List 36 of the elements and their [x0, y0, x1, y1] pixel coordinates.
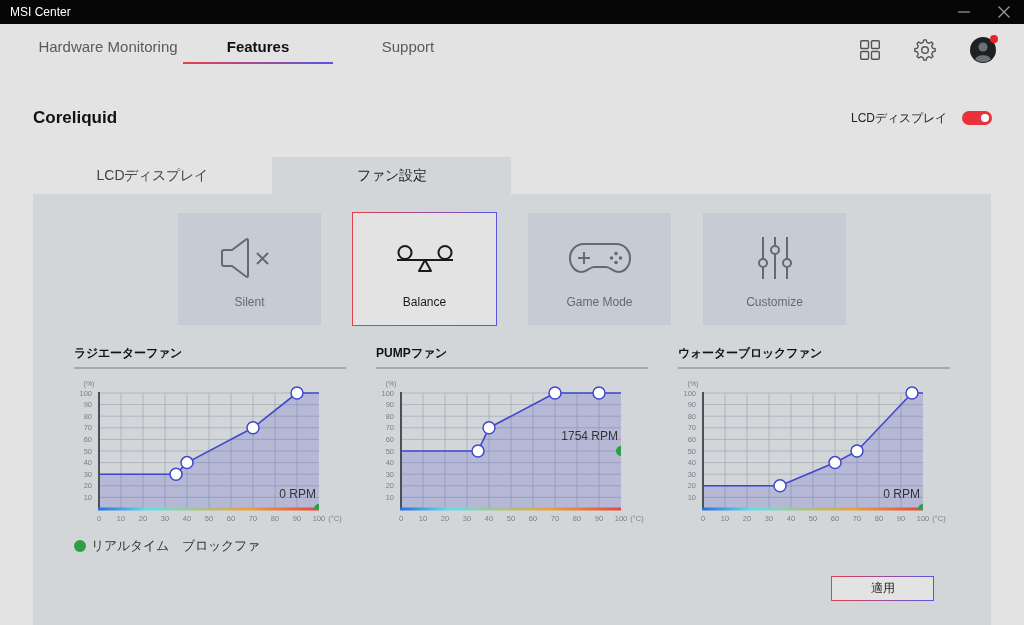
curve-point-handle[interactable] — [850, 444, 864, 458]
curve-point-handle[interactable] — [482, 421, 496, 435]
curve-point-handle[interactable] — [290, 386, 304, 400]
avatar-icon[interactable] — [970, 37, 996, 63]
curve-point-handle[interactable] — [246, 421, 260, 435]
toggle-label: LCDディスプレイ — [851, 109, 947, 127]
chart-title: ウォーターブロックファン — [678, 345, 950, 369]
curve-point-handle[interactable] — [169, 467, 183, 481]
lcd-toggle[interactable] — [962, 111, 992, 125]
curve-point-handle[interactable] — [773, 479, 787, 493]
mode-card[interactable]: Silent — [177, 212, 322, 326]
mode-card[interactable]: Balance — [352, 212, 497, 326]
grid-icon[interactable] — [860, 40, 880, 60]
rpm-reading: 1754 RPM — [561, 429, 618, 443]
window-title: MSI Center — [10, 5, 71, 19]
chart-title: ラジエーターファン — [74, 345, 346, 369]
rpm-reading: 0 RPM — [883, 487, 920, 501]
curve-point-handle[interactable] — [828, 455, 842, 470]
apply-button[interactable]: 適用 — [831, 576, 934, 601]
curve-point-handle[interactable] — [180, 455, 194, 470]
curve-point-handle[interactable] — [592, 386, 606, 400]
curve-point-handle[interactable] — [471, 444, 485, 458]
settings-icon[interactable] — [914, 39, 936, 61]
sub-tab[interactable]: LCDディスプレイ — [33, 157, 272, 194]
nav-tab[interactable]: Support — [333, 24, 483, 64]
curve-point-handle[interactable] — [905, 386, 919, 400]
minimize-icon — [958, 11, 970, 13]
nav-tab[interactable]: Hardware Monitoring — [33, 24, 183, 64]
close-icon — [998, 6, 1010, 18]
mode-card[interactable]: Game Mode — [527, 212, 672, 326]
chart-title: PUMPファン — [376, 345, 648, 369]
legend-label: リアルタイム ブロックファ — [91, 538, 260, 555]
curve-point-handle[interactable] — [548, 386, 562, 400]
device-name: Coreliquid — [33, 108, 118, 128]
rpm-reading: 0 RPM — [279, 487, 316, 501]
sub-tab[interactable]: ファン設定 — [272, 157, 511, 194]
